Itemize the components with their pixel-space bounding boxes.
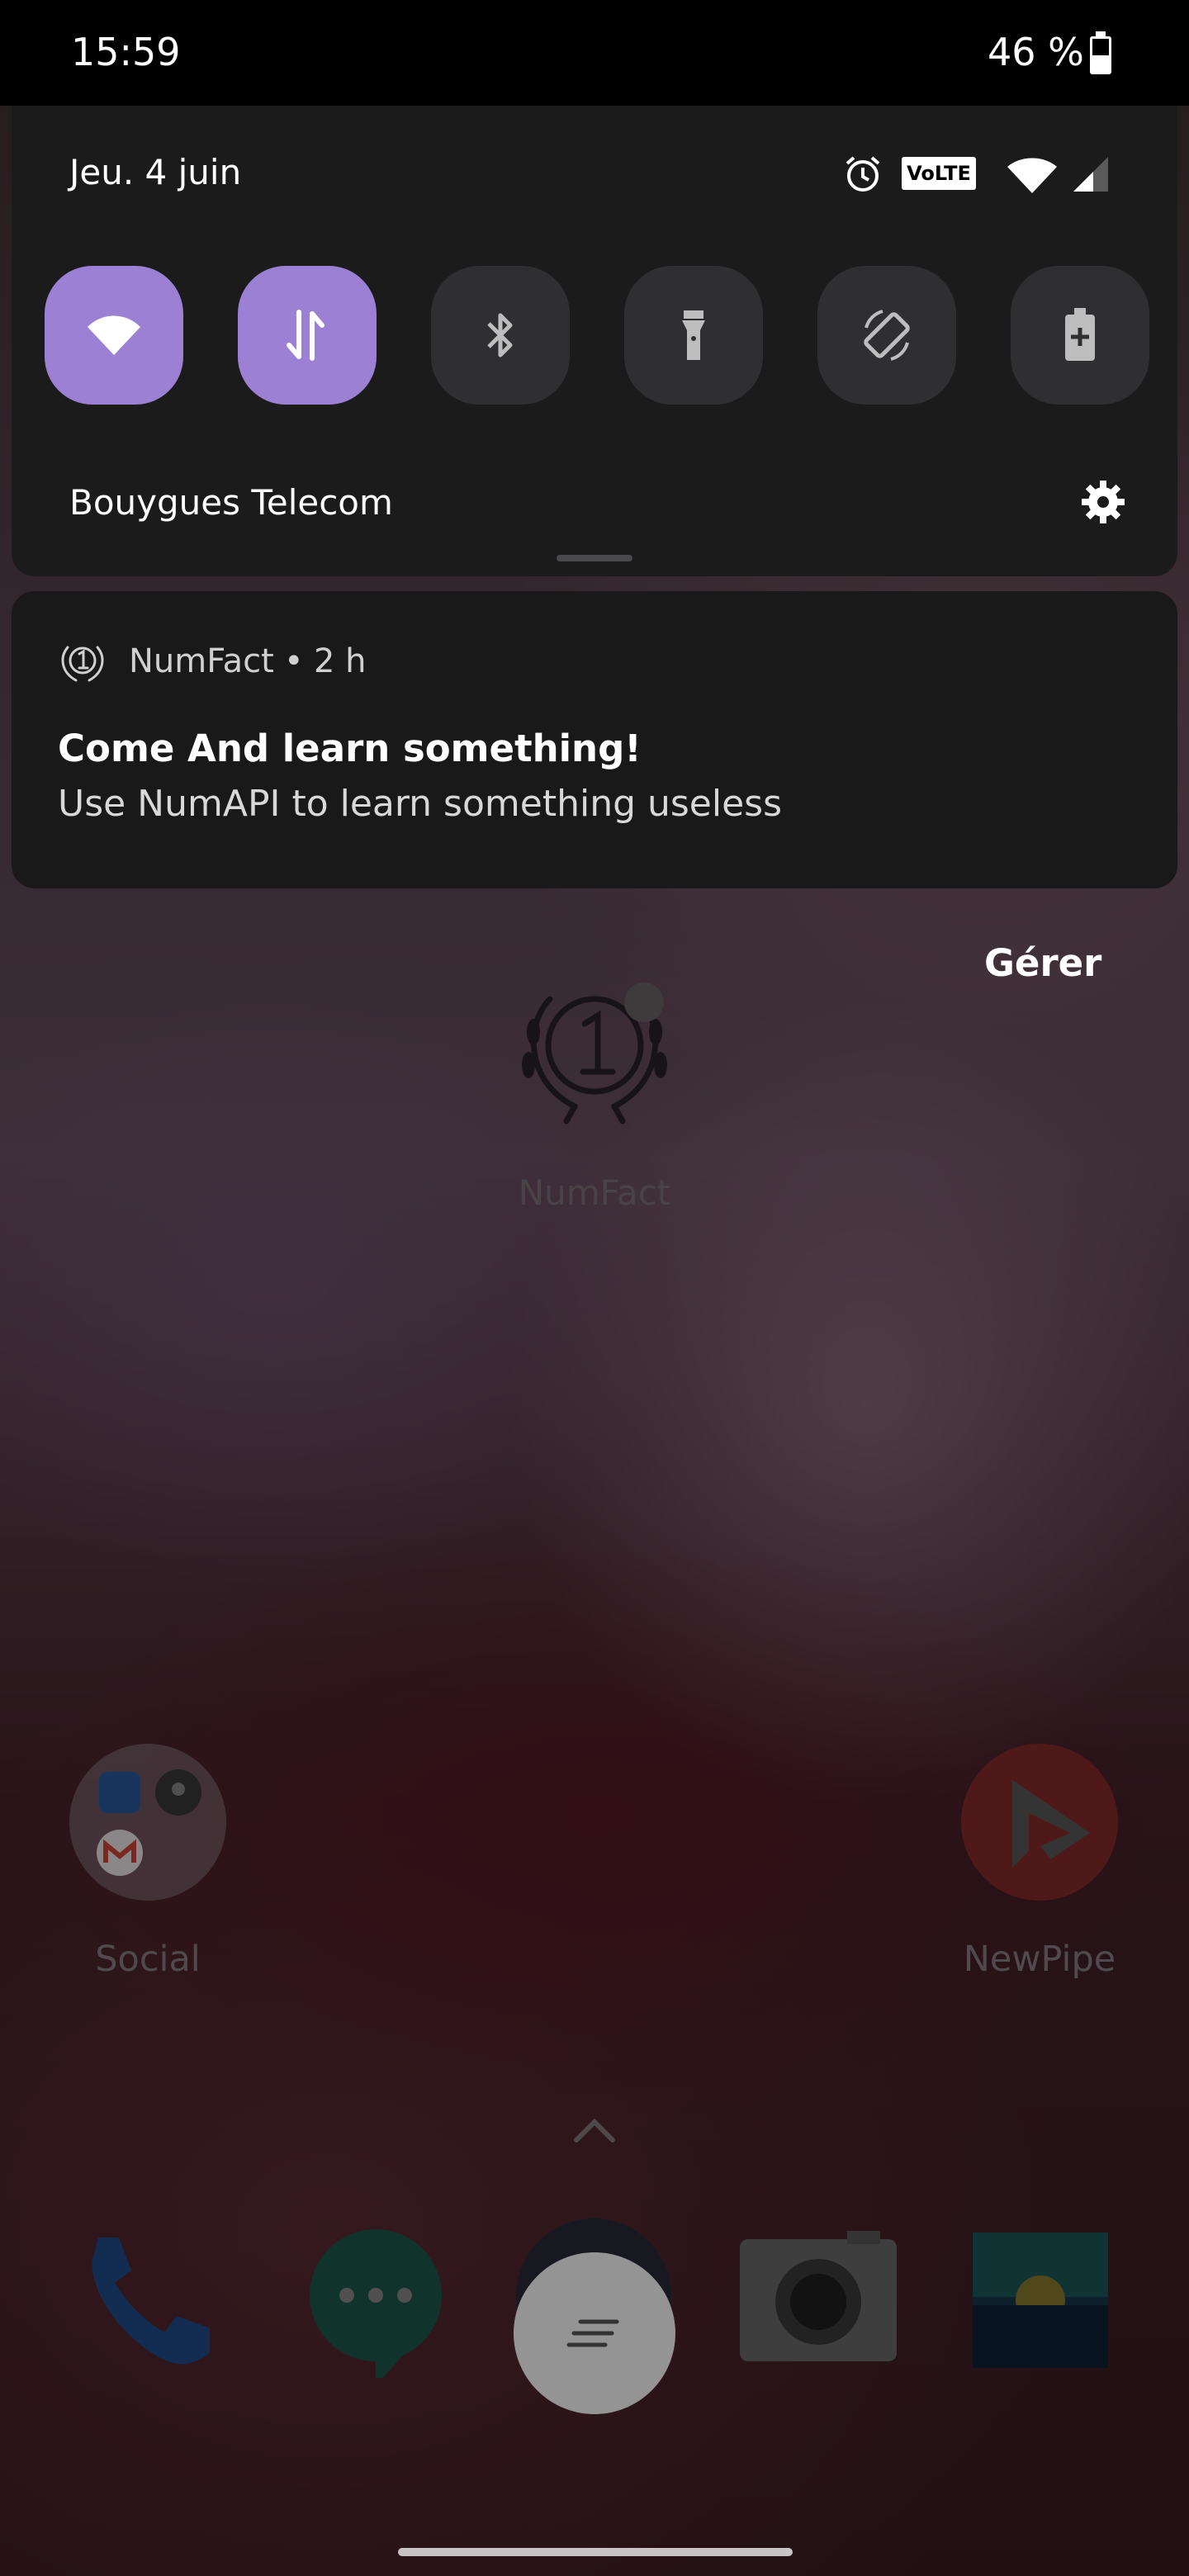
manage-notifications-button[interactable]: Gérer	[984, 941, 1101, 985]
wifi-icon	[88, 315, 140, 355]
tile-battery-saver[interactable]	[1011, 266, 1149, 405]
tile-wifi[interactable]	[45, 266, 183, 405]
notification-separator: •	[284, 642, 304, 680]
tile-flashlight[interactable]	[624, 266, 763, 405]
mobile-data-icon	[287, 310, 324, 361]
battery-percentage: 46 %	[988, 30, 1084, 74]
notification-text: Use NumAPI to learn something useless	[58, 783, 783, 825]
battery-icon	[1090, 31, 1111, 74]
volte-icon: VoLTE	[902, 157, 976, 190]
notification-title: Come And learn something!	[58, 727, 642, 770]
status-bar: 15:59 46 %	[0, 0, 1189, 106]
quick-settings-panel: Jeu. 4 juin VoLTE Bouygues Telecom	[12, 106, 1177, 576]
status-time: 15:59	[71, 30, 181, 74]
bluetooth-icon	[487, 313, 513, 358]
tile-bluetooth[interactable]	[431, 266, 570, 405]
settings-gear-icon[interactable]	[1080, 479, 1126, 525]
notification-card[interactable]: NumFact • 2 h Come And learn something! …	[12, 591, 1177, 888]
notification-time: 2 h	[314, 642, 367, 680]
flashlight-icon	[682, 310, 705, 360]
tile-auto-rotate[interactable]	[817, 266, 956, 405]
wifi-status-icon	[1007, 158, 1057, 193]
gesture-nav-handle[interactable]	[398, 2548, 793, 2556]
alarm-icon	[846, 156, 880, 192]
qs-drag-handle[interactable]	[557, 555, 632, 561]
notification-app-name: NumFact	[129, 642, 274, 680]
auto-rotate-icon	[864, 310, 910, 361]
battery-saver-icon	[1065, 308, 1095, 361]
carrier-name: Bouygues Telecom	[69, 482, 393, 523]
cell-signal-icon	[1073, 157, 1108, 192]
qs-date: Jeu. 4 juin	[69, 152, 242, 192]
numfact-small-icon	[61, 646, 104, 682]
tile-mobile-data[interactable]	[238, 266, 377, 405]
